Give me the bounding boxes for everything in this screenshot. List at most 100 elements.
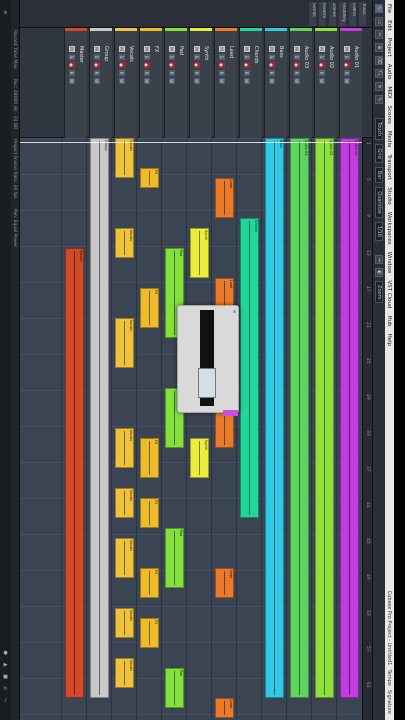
glue-tool-button[interactable]: ⊕ [375, 43, 383, 52]
clip[interactable]: Synth [190, 228, 209, 278]
menu-item-hub[interactable]: Hub [387, 315, 393, 326]
inspector-item[interactable]: Inserts [319, 2, 326, 26]
menu-item-file[interactable]: File [387, 4, 393, 13]
zoom-tool-button[interactable]: 🔍︎ [375, 69, 383, 78]
snap-toggle-button[interactable]: ⇥ [375, 255, 383, 265]
inspector-item[interactable]: Sends [309, 2, 316, 26]
record-enable-button[interactable]: ● [119, 62, 125, 68]
play-icon[interactable]: ▶ [1, 662, 10, 670]
menu-item-transport[interactable]: Transport [387, 154, 393, 180]
menu-item-edit[interactable]: Edit [387, 20, 393, 31]
draw-tool-button[interactable]: ✎ [375, 95, 383, 104]
mute-button[interactable]: M [69, 46, 75, 52]
mute-button[interactable]: M [344, 46, 350, 52]
menu-item-workspaces[interactable]: Workspaces [387, 212, 393, 245]
arrange-area[interactable]: Audio 01 Audio 02 Audio 03 Bass Chords Lead Le… [11, 138, 362, 720]
menu-item-vst-cloud[interactable]: VST Cloud [387, 280, 393, 308]
write-automation-button[interactable]: W [344, 78, 350, 84]
clip[interactable]: Vocals [115, 428, 134, 468]
solo-button[interactable]: S [219, 54, 225, 60]
solo-button[interactable]: S [344, 54, 350, 60]
read-automation-button[interactable]: R [319, 70, 325, 76]
clip[interactable]: Master [65, 248, 84, 698]
clip[interactable]: Lead [215, 178, 234, 218]
write-automation-button[interactable]: W [319, 78, 325, 84]
menu-item-audio[interactable]: Audio [387, 64, 393, 80]
mute-button[interactable]: M [244, 46, 250, 52]
clip[interactable]: Vocals [115, 228, 134, 258]
mute-button[interactable]: M [144, 46, 150, 52]
write-automation-button[interactable]: W [244, 78, 250, 84]
clip[interactable]: Vocals [115, 318, 134, 368]
record-enable-button[interactable]: ● [144, 62, 150, 68]
touch-field[interactable]: Touch [375, 118, 383, 141]
bar-field[interactable]: Bar [375, 166, 383, 184]
clip[interactable]: Audio 01 [340, 138, 359, 698]
mute-tool-button[interactable]: ✕ [375, 82, 383, 91]
record-enable-button[interactable]: ● [244, 62, 250, 68]
solo-button[interactable]: S [144, 54, 150, 60]
mute-button[interactable]: M [194, 46, 200, 52]
clip[interactable]: Synth [190, 438, 209, 478]
menu-item-studio[interactable]: Studio [387, 187, 393, 205]
menu-item-project[interactable]: Project [387, 38, 393, 57]
mute-button[interactable]: M [319, 46, 325, 52]
loop-icon[interactable]: ↻ [1, 686, 10, 694]
clip[interactable]: Lead [215, 698, 234, 718]
clip[interactable]: Pad [165, 668, 184, 708]
track-header[interactable]: Audio 02 M S ● R W [314, 28, 337, 138]
clip[interactable]: Pad [165, 528, 184, 588]
clip[interactable]: Vocals [115, 138, 134, 178]
record-icon[interactable]: ● [1, 650, 10, 658]
fader-handle[interactable] [198, 368, 216, 398]
write-automation-button[interactable]: W [144, 78, 150, 84]
split-tool-button[interactable]: ✂ [375, 30, 383, 39]
menu-item-window[interactable]: Window [387, 252, 393, 274]
pointer-tool-button[interactable]: ↖ [375, 4, 383, 13]
record-enable-button[interactable]: ● [294, 62, 300, 68]
track-header[interactable]: Bass M S ● R W [264, 28, 287, 138]
clip[interactable]: FX [140, 618, 159, 648]
zoom-field[interactable]: Zoom [375, 281, 383, 304]
clip[interactable]: Group [90, 138, 109, 698]
stop-icon[interactable]: ■ [1, 674, 10, 682]
solo-button[interactable]: S [194, 54, 200, 60]
record-enable-button[interactable]: ● [219, 62, 225, 68]
quantize-field[interactable]: Quantize [375, 187, 383, 218]
read-automation-button[interactable]: R [119, 70, 125, 76]
grid-field[interactable]: Grid [375, 144, 383, 163]
quantize-value-field[interactable]: 1/16 [375, 221, 383, 242]
solo-button[interactable]: S [119, 54, 125, 60]
track-header[interactable]: Pad M S ● R W [164, 28, 187, 138]
write-automation-button[interactable]: W [294, 78, 300, 84]
clip[interactable]: Vocals [115, 658, 134, 688]
solo-button[interactable]: S [244, 54, 250, 60]
track-header[interactable]: FX M S ● R W [139, 28, 162, 138]
read-automation-button[interactable]: R [244, 70, 250, 76]
record-enable-button[interactable]: ● [269, 62, 275, 68]
read-automation-button[interactable]: R [94, 70, 100, 76]
write-automation-button[interactable]: W [169, 78, 175, 84]
write-automation-button[interactable]: W [269, 78, 275, 84]
menu-item-media[interactable]: Media [387, 131, 393, 148]
erase-tool-button[interactable]: ⌫ [375, 56, 383, 65]
clip[interactable]: FX [140, 438, 159, 478]
mute-button[interactable]: M [269, 46, 275, 52]
write-automation-button[interactable]: W [69, 78, 75, 84]
read-automation-button[interactable]: R [144, 70, 150, 76]
track-header[interactable]: Lead M S ● R W [214, 28, 237, 138]
track-header[interactable]: Synth M S ● R W [189, 28, 212, 138]
write-automation-button[interactable]: W [194, 78, 200, 84]
menu-item-midi[interactable]: MIDI [387, 86, 393, 98]
clip[interactable]: Audio 02 [315, 138, 334, 698]
read-automation-button[interactable]: R [294, 70, 300, 76]
clip[interactable]: FX [140, 498, 159, 528]
clip[interactable]: Audio 03 [290, 138, 309, 698]
record-enable-button[interactable]: ● [194, 62, 200, 68]
solo-button[interactable]: S [319, 54, 325, 60]
range-tool-button[interactable]: ▭ [375, 17, 383, 26]
clip[interactable]: Vocals [115, 538, 134, 578]
write-automation-button[interactable]: W [94, 78, 100, 84]
menu-item-help[interactable]: Help [387, 334, 393, 347]
menu-item-scores[interactable]: Scores [387, 106, 393, 124]
